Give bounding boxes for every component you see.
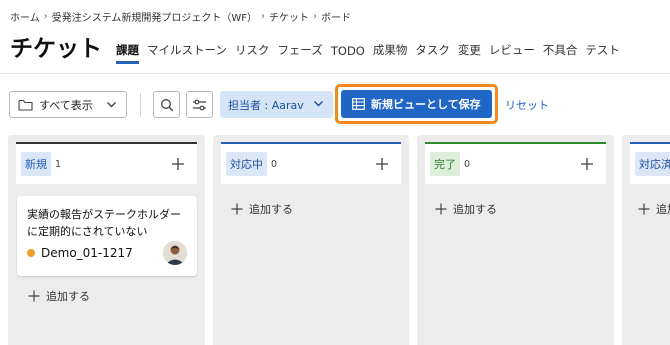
tab-risks[interactable]: リスク <box>235 42 270 64</box>
ticket-title: 実績の報告がステークホルダーに定期的にされていない <box>27 208 181 238</box>
column-count: 0 <box>271 158 278 170</box>
tab-defects[interactable]: 不具合 <box>543 42 578 64</box>
plus-icon[interactable] <box>171 156 185 175</box>
tab-deliverables[interactable]: 成果物 <box>373 42 408 64</box>
tab-bar: 課題 マイルストーン リスク フェーズ TODO 成果物 タスク 変更 レビュー… <box>116 34 628 64</box>
column-name: 完了 <box>430 152 460 176</box>
tab-milestones[interactable]: マイルストーン <box>147 42 227 64</box>
tab-tests[interactable]: テスト <box>585 42 620 64</box>
tab-tasks[interactable]: タスク <box>415 42 450 64</box>
tab-reviews[interactable]: レビュー <box>489 42 535 64</box>
add-item-label: 追加する <box>453 203 497 216</box>
avatar <box>163 241 187 265</box>
board-column-in-progress: 対応中 0 追加する <box>213 135 409 345</box>
ticket-meta: Demo_01-1217 <box>27 246 133 260</box>
tab-todo[interactable]: TODO <box>331 44 365 64</box>
add-item-button[interactable]: 追加する <box>28 288 90 304</box>
board-column-new: 新規 1 実績の報告がステークホルダーに定期的にされていない Demo_01-1… <box>8 135 205 345</box>
breadcrumb: ホーム › 受発注システム新規開発プロジェクト（WF） › チケット › ボード <box>10 8 351 24</box>
save-as-new-view-label: 新規ビューとして保存 <box>371 98 481 111</box>
chevron-right-icon: › <box>43 10 48 22</box>
chevron-down-icon <box>106 99 117 113</box>
add-item-button[interactable]: 追加する <box>435 201 497 217</box>
breadcrumb-ticket[interactable]: チケット <box>269 9 309 24</box>
view-select-value: すべて表示 <box>39 98 93 112</box>
add-item-button[interactable]: 追加する <box>231 201 293 217</box>
search-icon <box>160 98 174 112</box>
toolbar-separator <box>140 93 141 117</box>
add-item-label: 追加する <box>656 203 670 216</box>
plus-icon[interactable] <box>375 156 389 175</box>
column-name: 対応中 <box>226 152 267 176</box>
save-as-new-view-button[interactable]: 新規ビューとして保存 <box>341 90 492 118</box>
tab-phases[interactable]: フェーズ <box>277 42 322 64</box>
column-name: 対応済 <box>635 152 670 176</box>
status-dot <box>27 249 35 257</box>
tab-issues[interactable]: 課題 <box>116 42 139 64</box>
column-header: 完了 0 <box>425 142 606 184</box>
add-item-label: 追加する <box>249 203 293 216</box>
column-name: 新規 <box>21 152 51 176</box>
page-title: チケット <box>10 36 102 62</box>
column-header: 新規 1 <box>16 142 197 184</box>
chevron-down-icon <box>313 98 324 112</box>
board-column-done: 完了 0 追加する <box>417 135 614 345</box>
toolbar: すべて表示 担当者 : Aarav 新規ビューとして保存 リセット <box>0 74 670 132</box>
title-row: チケット 課題 マイルストーン リスク フェーズ TODO 成果物 タスク 変更… <box>10 32 628 64</box>
table-icon <box>352 98 371 110</box>
plus-icon <box>435 203 453 215</box>
column-count: 0 <box>464 158 471 170</box>
assignee-filter[interactable]: 担当者 : Aarav <box>220 91 333 118</box>
tab-changes[interactable]: 変更 <box>458 42 481 64</box>
plus-icon <box>28 290 46 302</box>
add-item-label: 追加する <box>46 290 90 303</box>
sliders-icon <box>192 98 207 112</box>
kanban-board: 新規 1 実績の報告がステークホルダーに定期的にされていない Demo_01-1… <box>0 132 670 345</box>
column-count: 1 <box>55 158 62 170</box>
chevron-right-icon: › <box>313 10 318 22</box>
assignee-filter-label: 担当者 : Aarav <box>228 98 304 112</box>
ticket-id: Demo_01-1217 <box>41 246 133 260</box>
reset-link[interactable]: リセット <box>505 97 549 113</box>
filter-settings-button[interactable] <box>186 91 213 118</box>
breadcrumb-project[interactable]: 受発注システム新規開発プロジェクト（WF） <box>52 9 257 24</box>
search-button[interactable] <box>153 91 180 118</box>
plus-icon[interactable] <box>580 156 594 175</box>
breadcrumb-home[interactable]: ホーム <box>10 9 40 24</box>
page: ホーム › 受発注システム新規開発プロジェクト（WF） › チケット › ボード… <box>0 0 670 345</box>
board-column-resolved: 対応済 追加する <box>622 135 670 345</box>
column-header: 対応中 0 <box>221 142 401 184</box>
add-item-button[interactable]: 追加する <box>638 201 670 217</box>
column-header: 対応済 <box>630 142 670 184</box>
chevron-right-icon: › <box>261 10 266 22</box>
folder-icon <box>18 99 33 111</box>
ticket-card[interactable]: 実績の報告がステークホルダーに定期的にされていない Demo_01-1217 <box>17 196 197 276</box>
view-select[interactable]: すべて表示 <box>9 91 127 118</box>
plus-icon <box>231 203 249 215</box>
plus-icon <box>638 203 656 215</box>
breadcrumb-board: ボード <box>321 12 352 24</box>
